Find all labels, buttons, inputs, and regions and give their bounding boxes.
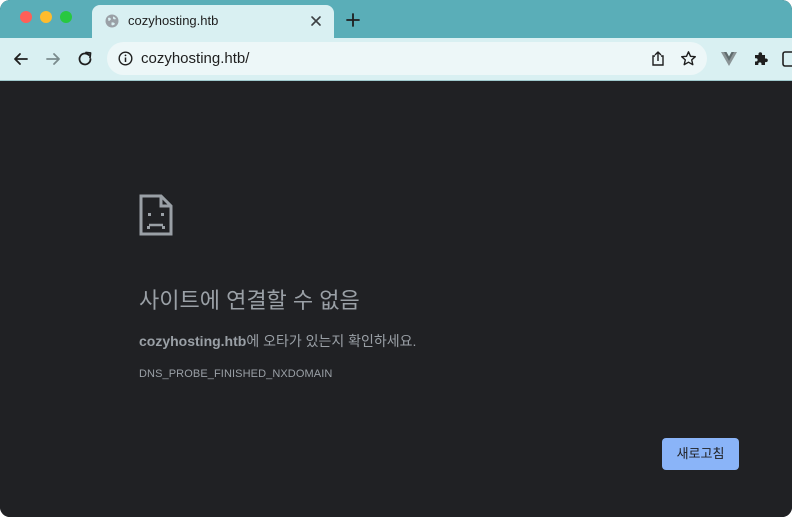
browser-toolbar: cozyhosting.htb/ xyxy=(0,38,792,81)
back-arrow-icon[interactable] xyxy=(12,50,30,68)
reload-icon[interactable] xyxy=(76,50,94,68)
new-tab-button[interactable] xyxy=(345,12,361,28)
side-panel-icon[interactable] xyxy=(782,50,792,68)
url-text[interactable]: cozyhosting.htb/ xyxy=(141,50,249,67)
globe-icon xyxy=(105,14,119,28)
error-hostname: cozyhosting.htb xyxy=(139,333,247,349)
close-icon[interactable] xyxy=(310,15,322,27)
sad-document-icon xyxy=(139,194,173,236)
browser-window: cozyhosting.htb cozyhosting.htb/ 사이트에 연결… xyxy=(0,0,792,517)
reload-button[interactable]: 새로고침 xyxy=(662,438,739,470)
address-bar[interactable]: cozyhosting.htb/ xyxy=(107,42,707,75)
error-description: cozyhosting.htb에 오타가 있는지 확인하세요. xyxy=(139,331,416,351)
error-title: 사이트에 연결할 수 없음 xyxy=(139,288,360,313)
error-description-text: 에 오타가 있는지 확인하세요. xyxy=(246,333,417,349)
share-icon[interactable] xyxy=(650,50,666,67)
error-page: 사이트에 연결할 수 없음 cozyhosting.htb에 오타가 있는지 확… xyxy=(0,81,792,517)
star-icon[interactable] xyxy=(680,50,697,67)
window-minimize-button[interactable] xyxy=(40,11,52,23)
window-close-button[interactable] xyxy=(20,11,32,23)
tab-title: cozyhosting.htb xyxy=(128,13,219,28)
info-icon[interactable] xyxy=(118,51,133,66)
forward-arrow-icon[interactable] xyxy=(44,50,62,68)
tab-strip: cozyhosting.htb xyxy=(0,0,792,38)
window-zoom-button[interactable] xyxy=(60,11,72,23)
vuejs-extension-icon[interactable] xyxy=(720,50,738,68)
error-code: DNS_PROBE_FINISHED_NXDOMAIN xyxy=(139,368,333,380)
puzzle-extensions-icon[interactable] xyxy=(752,50,770,68)
active-tab[interactable]: cozyhosting.htb xyxy=(92,5,334,38)
